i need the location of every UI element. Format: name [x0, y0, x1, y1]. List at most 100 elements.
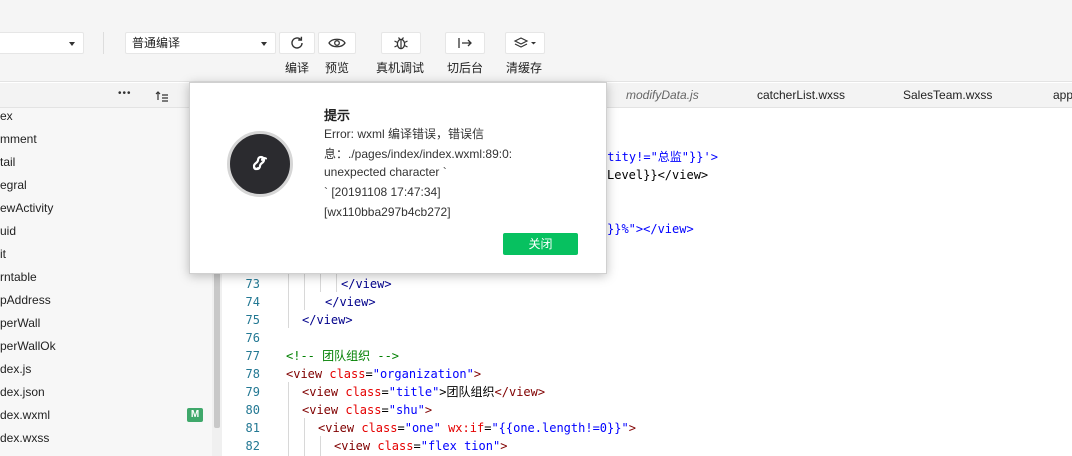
line-number: 74: [245, 295, 260, 309]
more-icon[interactable]: •••: [118, 88, 132, 99]
file-tree-item[interactable]: perWallOk: [0, 335, 212, 357]
file-tree-item[interactable]: it: [0, 243, 212, 265]
code-fragment: ntity!="总监"}}'>: [600, 150, 718, 164]
indent-guide: [320, 274, 321, 292]
code-line: Level}}</view>: [607, 166, 708, 184]
file-tree-item[interactable]: pAddress: [0, 289, 212, 311]
toolbar: 普通编译 编译 预览 真机调试 切后台 清缓存: [0, 0, 1072, 82]
compile-button[interactable]: [279, 32, 315, 54]
file-tree-item-label: it: [0, 247, 6, 261]
eye-icon: [328, 38, 346, 48]
file-tree-item[interactable]: rntable: [0, 266, 212, 288]
file-tree-item-label: dex.wxss: [0, 431, 50, 445]
file-tree-item[interactable]: uid: [0, 220, 212, 242]
project-select[interactable]: [0, 32, 84, 54]
device-debug-label: 真机调试: [376, 61, 425, 75]
editor-tabs: modifyData.js catcherList.wxss SalesTeam…: [604, 83, 1072, 108]
code-token: </view>: [302, 313, 353, 327]
line-number: 79: [245, 385, 260, 399]
close-button[interactable]: 关闭: [503, 233, 578, 255]
line-number: 77: [245, 349, 260, 363]
clear-cache-button[interactable]: [505, 32, 545, 54]
dialog-message-line: ` [20191108 17:47:34]: [324, 185, 441, 199]
code-token: class: [345, 385, 382, 399]
file-tree-item[interactable]: perWall: [0, 312, 212, 334]
code-token: <view: [286, 367, 330, 381]
code-token: "{{one.length!=0}}": [491, 421, 629, 435]
file-tree-item-label: tail: [0, 155, 16, 169]
line-number: 82: [245, 439, 260, 453]
indent-guide: [288, 274, 289, 328]
code-token: </view>: [341, 277, 392, 291]
code-token: =: [413, 439, 421, 453]
indent-guide: [288, 382, 289, 456]
code-comment: <!-- 团队组织 -->: [286, 349, 400, 363]
code-token: <view: [318, 421, 362, 435]
toolbar-divider: [103, 32, 104, 54]
device-debug-button[interactable]: [381, 32, 421, 54]
code-token: <view: [302, 385, 346, 399]
code-line: </view>: [302, 311, 353, 329]
file-tree-item[interactable]: dex.js: [0, 358, 212, 380]
file-tree-item-label: egral: [0, 178, 27, 192]
code-line: </view>: [341, 275, 392, 293]
line-number: 76: [245, 331, 260, 345]
code-line: <view class="one" wx:if="{{one.length!=0…: [318, 419, 636, 437]
compile-mode-select[interactable]: 普通编译: [125, 32, 276, 54]
file-tree-item[interactable]: ewActivity: [0, 197, 212, 219]
file-tree-item[interactable]: mment: [0, 128, 212, 150]
code-token: class: [329, 367, 366, 381]
background-button[interactable]: [445, 32, 485, 54]
compile-mode-value: 普通编译: [132, 36, 181, 50]
code-line: }}%"></view>: [607, 220, 694, 238]
code-token: <view: [302, 403, 346, 417]
code-token: >: [473, 367, 482, 381]
file-tree-item-active[interactable]: dex.wxml: [0, 404, 212, 426]
indent-guide: [336, 274, 337, 292]
code-token: class: [345, 403, 382, 417]
tab-sales-team[interactable]: SalesTeam.wxss: [903, 88, 992, 102]
chevron-down-icon: [261, 42, 267, 46]
layers-icon: [513, 37, 536, 48]
code-token: class: [361, 421, 398, 435]
dialog-message-line: [wx110bba297b4cb272]: [324, 205, 451, 219]
code-line: <view class="shu">: [302, 401, 432, 419]
file-tree-item-label: dex.wxml: [0, 408, 51, 422]
code-token: </view>: [325, 295, 376, 309]
background-label: 切后台: [447, 61, 484, 75]
file-tree-item[interactable]: dex.json: [0, 381, 212, 403]
file-tree-item[interactable]: egral: [0, 174, 212, 196]
file-tree-item-label: uid: [0, 224, 17, 238]
code-token: <view: [334, 439, 378, 453]
code-token: >: [628, 421, 636, 435]
file-tree-item[interactable]: ex: [0, 105, 212, 127]
clear-cache-label: 清缓存: [506, 61, 543, 75]
file-tree-item-label: rntable: [0, 270, 37, 284]
file-tree-item-label: mment: [0, 132, 37, 146]
line-number: 80: [245, 403, 260, 417]
line-number: 73: [245, 277, 260, 291]
preview-button[interactable]: [318, 32, 356, 54]
file-tree-item-label: dex.js: [0, 362, 32, 376]
tab-modify-data[interactable]: modifyData.js: [626, 88, 699, 102]
tab-app[interactable]: app: [1053, 88, 1072, 102]
indent-guide: [304, 418, 305, 456]
refresh-icon: [291, 36, 303, 49]
code-line: ntity!="总监"}}'>: [600, 148, 718, 166]
code-token: "flex tion": [420, 439, 501, 453]
code-token: "one": [404, 421, 441, 435]
file-tree-item-label: ewActivity: [0, 201, 54, 215]
code-fragment: Level}}</view>: [607, 168, 709, 182]
sort-icon[interactable]: [155, 90, 169, 102]
code-token: >: [500, 439, 508, 453]
file-tree-item-label: perWallOk: [0, 339, 56, 353]
compile-label: 编译: [285, 61, 310, 75]
code-token: =: [365, 367, 373, 381]
file-tree-item[interactable]: tail: [0, 151, 212, 173]
code-line: <!-- 团队组织 -->: [286, 347, 399, 365]
code-token: class: [377, 439, 414, 453]
tab-catcher-list[interactable]: catcherList.wxss: [757, 88, 845, 102]
file-tree-item-label: pAddress: [0, 293, 51, 307]
file-tree-item[interactable]: dex.wxss: [0, 427, 212, 449]
code-line: <view class="title">团队组织</view>: [302, 383, 545, 401]
